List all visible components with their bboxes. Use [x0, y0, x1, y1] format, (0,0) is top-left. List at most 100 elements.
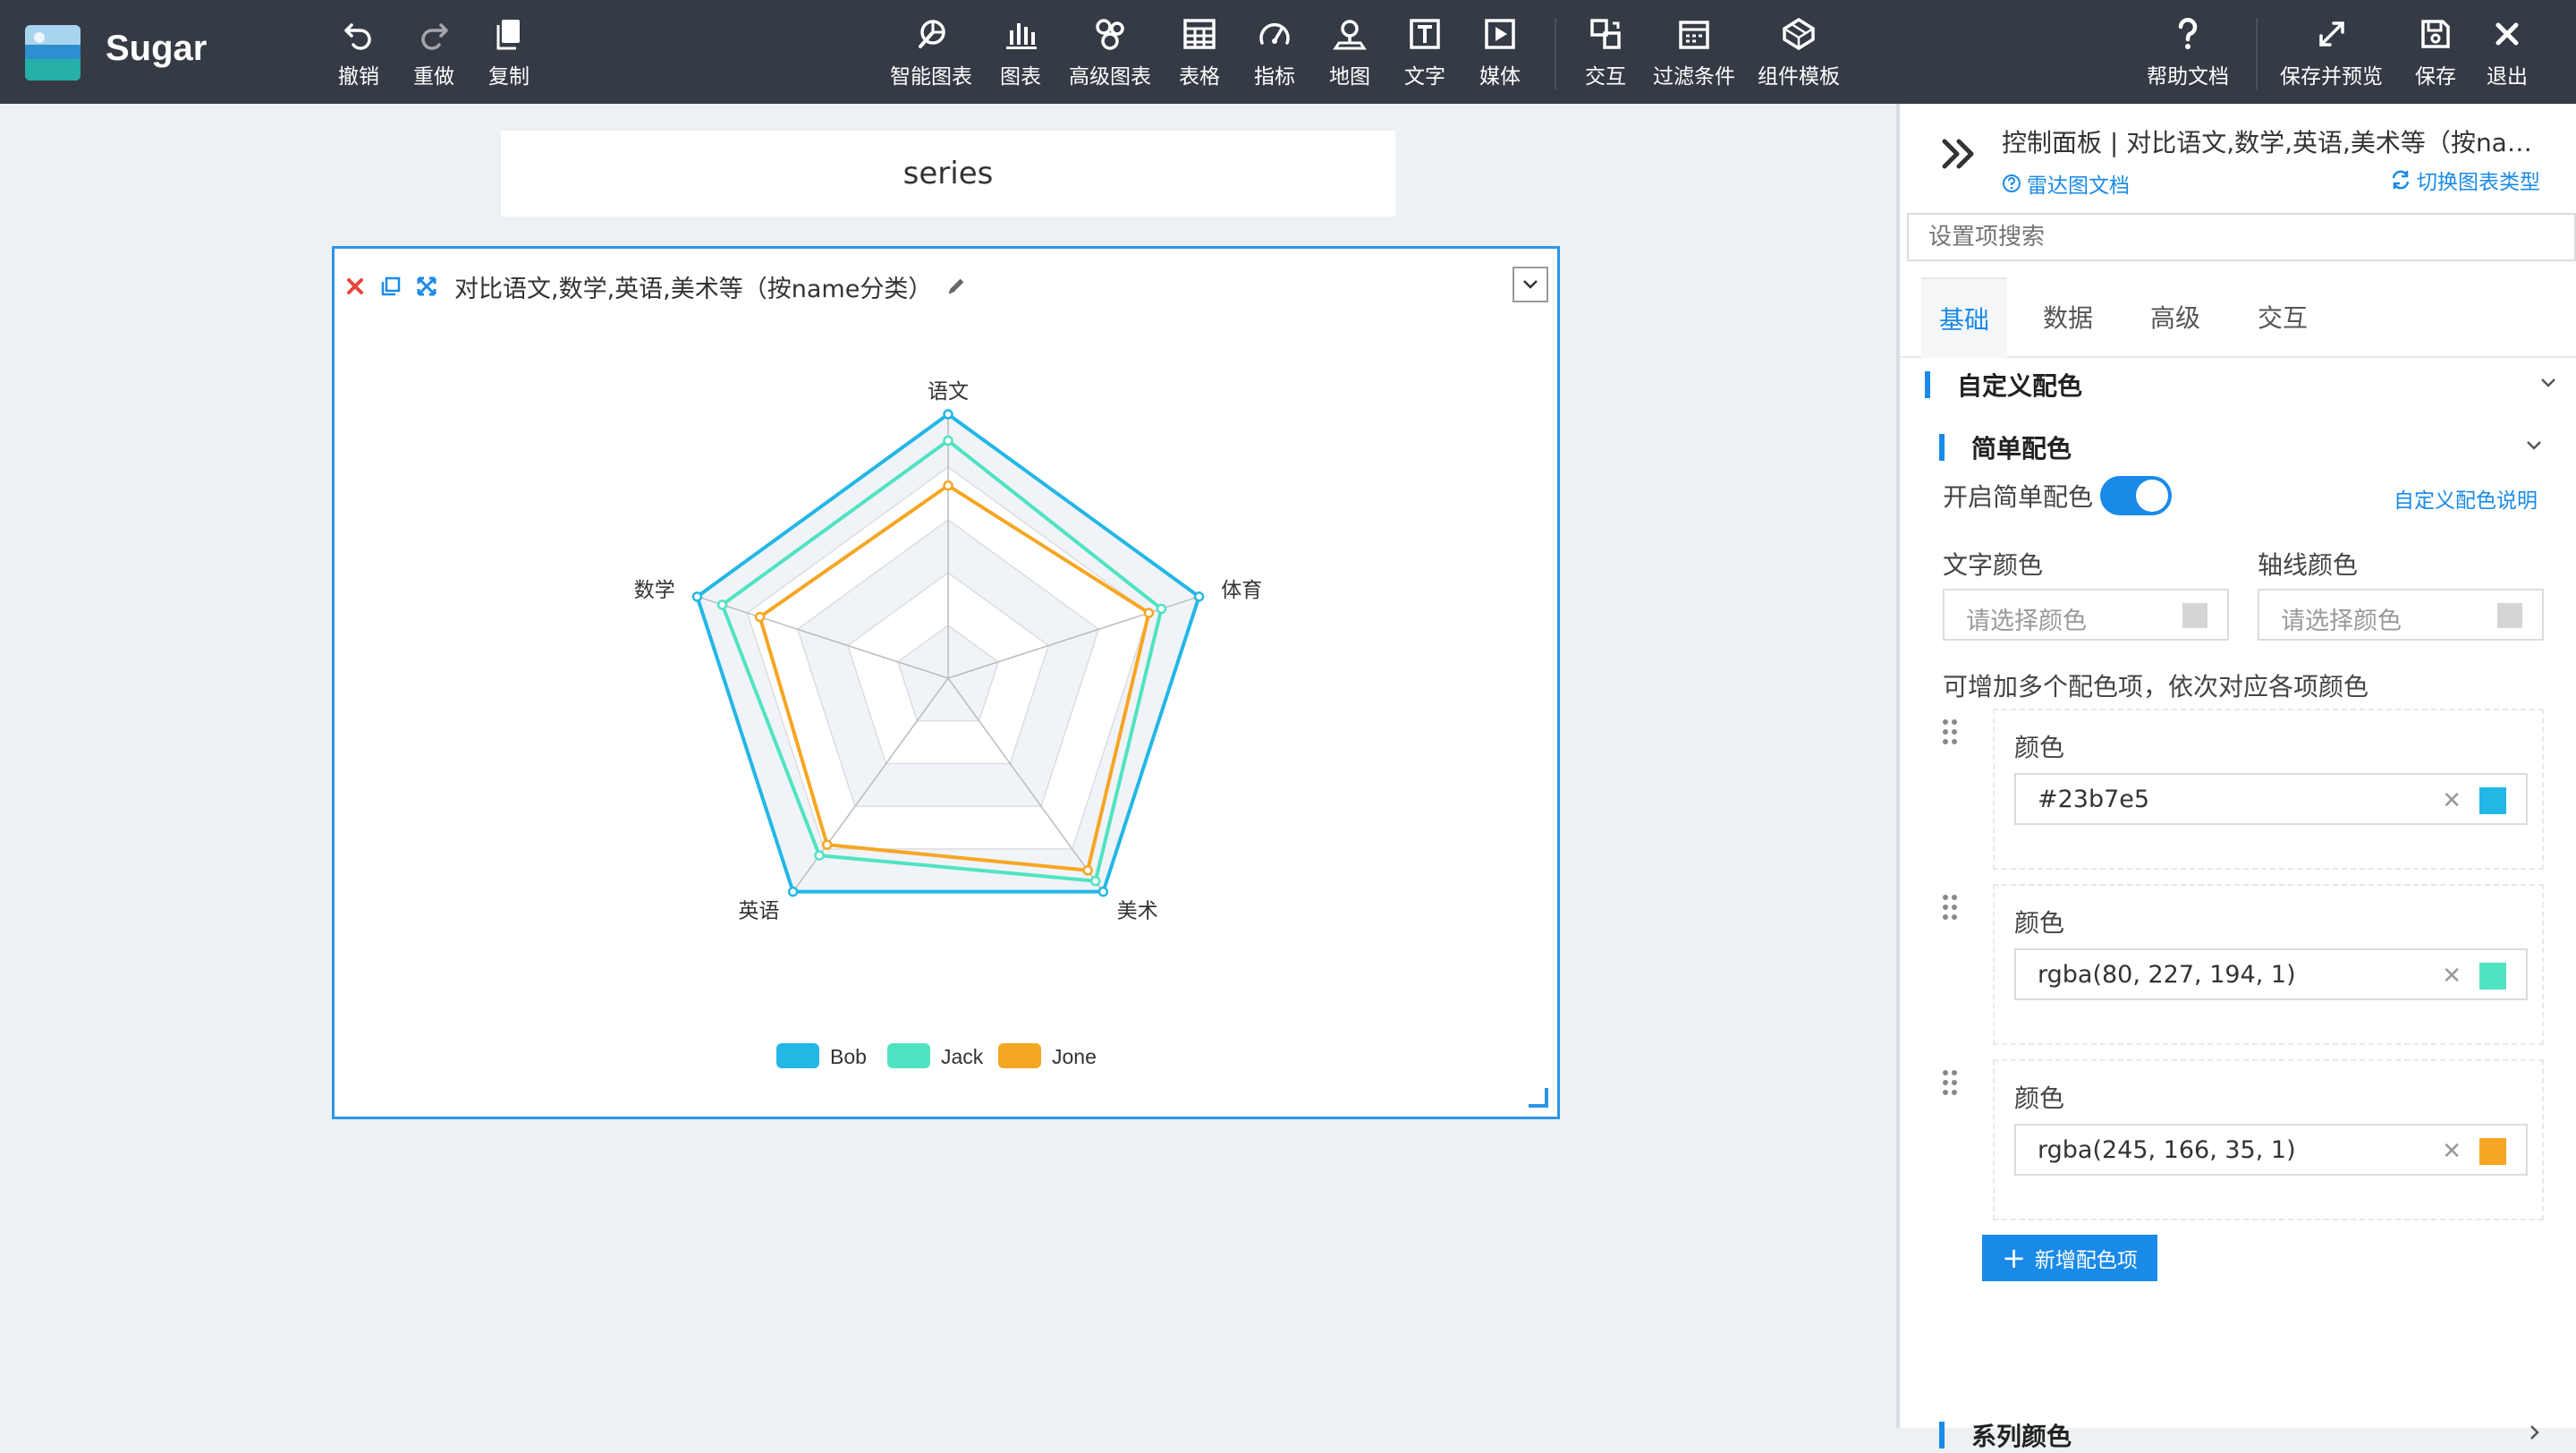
- template-button[interactable]: 组件模板: [1758, 16, 1840, 95]
- map-button[interactable]: 地图: [1329, 16, 1370, 95]
- copy-label: 复制: [488, 65, 530, 89]
- settings-search-input[interactable]: [1907, 213, 2576, 261]
- filter-label: 过滤条件: [1653, 65, 1735, 89]
- radar-doc-link[interactable]: 雷达图文档: [2002, 168, 2130, 199]
- color-item-label: 颜色: [2014, 908, 2065, 938]
- toolbar-divider: [1555, 18, 1556, 89]
- section-series-colors[interactable]: 系列颜色: [1939, 1417, 2072, 1453]
- template-label: 组件模板: [1758, 65, 1840, 89]
- radar-chart-card[interactable]: 语文 体育 美术 英语 数学 Bob Jack Jone 对比语文,数学,英语,美术等（按na…: [332, 246, 1560, 1119]
- save-preview-button[interactable]: 保存并预览: [2280, 16, 2383, 95]
- chart-button[interactable]: 图表: [1000, 16, 1041, 95]
- indicator-label: 指标: [1254, 65, 1295, 89]
- table-icon: [1183, 19, 1216, 49]
- table-button[interactable]: 表格: [1179, 16, 1220, 95]
- interaction-button[interactable]: 交互: [1585, 16, 1626, 95]
- chevron-down-icon[interactable]: [2537, 370, 2560, 394]
- template-icon: [1783, 17, 1815, 51]
- color-item-input[interactable]: rgba(245, 166, 35, 1) ✕: [2014, 1124, 2528, 1176]
- clear-icon[interactable]: ✕: [2442, 787, 2462, 814]
- color-swatch[interactable]: [2479, 963, 2506, 990]
- enable-simple-colors-label: 开启简单配色: [1943, 482, 2094, 512]
- radar-point: [943, 409, 953, 420]
- smart-chart-button[interactable]: 智能图表: [890, 16, 972, 95]
- filter-calendar-icon: [1679, 21, 1709, 49]
- text-icon: [1410, 19, 1440, 49]
- clear-icon[interactable]: ✕: [2442, 963, 2462, 990]
- section-series-colors-label: 系列颜色: [1971, 1422, 2072, 1451]
- media-label: 媒体: [1479, 65, 1521, 89]
- text-color-picker[interactable]: 请选择颜色: [1943, 589, 2229, 641]
- chart-header: 对比语文,数学,英语,美术等（按name分类）: [343, 268, 968, 304]
- custom-color-help-link[interactable]: 自定义配色说明: [2394, 483, 2538, 514]
- section-custom-colors[interactable]: 自定义配色: [1925, 367, 2082, 403]
- save-button[interactable]: 保存: [2415, 16, 2456, 95]
- question-circle-icon: [2003, 174, 2021, 192]
- drag-handle-icon[interactable]: [1941, 718, 1961, 748]
- copy-button[interactable]: 复制: [488, 16, 530, 95]
- text-button[interactable]: 文字: [1404, 16, 1445, 95]
- undo-button[interactable]: 撤销: [338, 16, 379, 95]
- exit-label: 退出: [2487, 65, 2528, 89]
- series-title-card[interactable]: series: [501, 131, 1395, 217]
- chevron-right-icon[interactable]: [2522, 1421, 2546, 1444]
- clear-icon[interactable]: ✕: [2442, 1138, 2462, 1165]
- radar-point: [754, 611, 766, 623]
- section-simple-colors-label: 简单配色: [1971, 434, 2072, 463]
- axis-color-swatch: [2497, 603, 2522, 628]
- color-item-value: rgba(80, 227, 194, 1): [2038, 961, 2296, 989]
- app-name: Sugar: [106, 29, 208, 68]
- drag-handle-icon[interactable]: [1941, 1068, 1961, 1099]
- help-button[interactable]: 帮助文档: [2147, 16, 2229, 95]
- control-panel: 控制面板 | 对比语文,数学,英语,美术等（按name... 雷达图文档 切换图…: [1896, 104, 2576, 1451]
- section-bar: [1939, 1422, 1945, 1449]
- edit-pencil-icon[interactable]: [945, 275, 968, 298]
- add-color-item-label: 新增配色项: [2034, 1249, 2138, 1272]
- color-item-input[interactable]: #23b7e5 ✕: [2014, 773, 2528, 825]
- redo-icon: [421, 23, 448, 50]
- toolbar-divider-right: [2256, 18, 2258, 89]
- sugar-logo-icon[interactable]: [25, 25, 80, 81]
- chevron-down-icon[interactable]: [2522, 433, 2546, 456]
- exit-button[interactable]: 退出: [2487, 16, 2528, 95]
- chart-menu-dropdown[interactable]: [1513, 267, 1548, 302]
- bar-chart-icon: [1006, 23, 1037, 49]
- color-swatch[interactable]: [2479, 1138, 2506, 1165]
- tab-advanced[interactable]: 高级: [2132, 277, 2218, 356]
- switch-chart-type-link[interactable]: 切换图表类型: [2390, 165, 2540, 195]
- tab-data[interactable]: 数据: [2025, 277, 2111, 356]
- map-label: 地图: [1329, 65, 1370, 89]
- color-item-label: 颜色: [2014, 733, 2065, 762]
- expand-icon: [2318, 21, 2344, 47]
- filter-button[interactable]: 过滤条件: [1653, 16, 1735, 95]
- media-button[interactable]: 媒体: [1479, 16, 1521, 95]
- legend-label: Jack: [941, 1045, 984, 1068]
- gauge-icon: [1259, 22, 1290, 45]
- switch-chart-type-label: 切换图表类型: [2417, 171, 2540, 194]
- radar-indicator-label: 语文: [928, 380, 969, 404]
- color-item-input[interactable]: rgba(80, 227, 194, 1) ✕: [2014, 948, 2528, 1000]
- legend-label: Bob: [830, 1045, 867, 1068]
- tab-interaction[interactable]: 交互: [2240, 277, 2326, 356]
- resize-handle[interactable]: [1529, 1088, 1548, 1108]
- collapse-panel-icon[interactable]: [1941, 138, 1979, 174]
- redo-button[interactable]: 重做: [413, 16, 454, 95]
- indicator-button[interactable]: 指标: [1254, 16, 1295, 95]
- tab-basic[interactable]: 基础: [1921, 277, 2007, 358]
- section-simple-colors[interactable]: 简单配色: [1939, 429, 2072, 465]
- enable-simple-colors-toggle[interactable]: [2100, 476, 2172, 515]
- duplicate-icon[interactable]: [379, 275, 402, 298]
- help-icon: [2178, 18, 2198, 49]
- text-color-placeholder: 请选择颜色: [1966, 608, 2087, 635]
- axis-color-picker[interactable]: 请选择颜色: [2258, 589, 2544, 641]
- advanced-chart-button[interactable]: 高级图表: [1069, 16, 1151, 95]
- media-icon: [1485, 19, 1515, 49]
- close-icon: [2496, 22, 2519, 46]
- delete-icon[interactable]: [343, 275, 367, 298]
- add-color-item-button[interactable]: + 新增配色项: [1982, 1235, 2157, 1281]
- drag-handle-icon[interactable]: [1941, 893, 1961, 923]
- radar-indicator-label: 体育: [1221, 579, 1262, 602]
- fullscreen-icon[interactable]: [415, 275, 438, 298]
- color-swatch[interactable]: [2479, 787, 2506, 814]
- map-pin-icon: [1333, 20, 1367, 50]
